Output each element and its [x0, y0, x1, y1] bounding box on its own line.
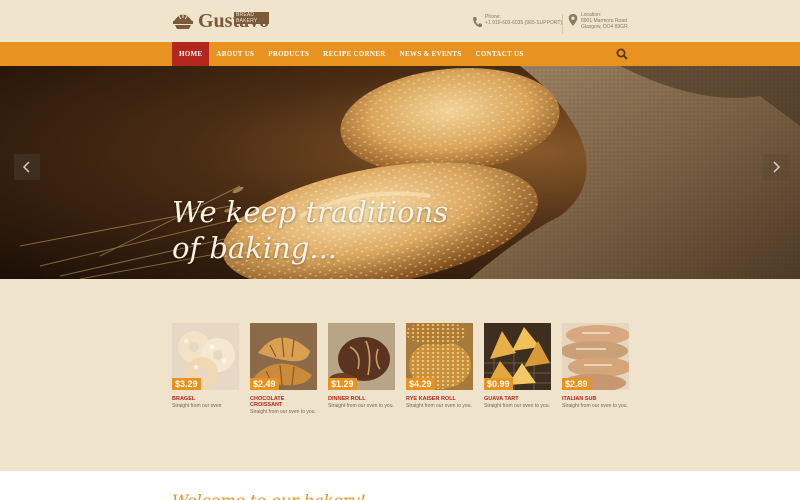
product-description: Straight from our oven	[172, 403, 222, 409]
product-card-italian-sub[interactable]: $2.89 ITALIAN SUB Straight from our oven…	[562, 323, 629, 416]
contact-location: Location: 8901 Marmora Road Glasgow, DO4…	[568, 12, 629, 30]
brand-tagline: BREAD BAKERY	[234, 12, 270, 24]
contact-phone: Phone: +1 919-603-6035 (965-SUPPORT)	[472, 14, 562, 28]
contact-divider	[562, 14, 563, 34]
nav-item-products[interactable]: PRODUCTS	[261, 42, 316, 66]
chevron-right-icon	[773, 161, 781, 173]
product-description: Straight from our oven to you.	[406, 403, 472, 409]
product-description: Straight from our oven to you.	[328, 403, 394, 409]
product-name[interactable]: ITALIAN SUB	[562, 396, 629, 402]
logo[interactable]: Gustavo BREAD BAKERY	[172, 8, 270, 32]
welcome-title: Welcome to our bakery!	[172, 491, 366, 500]
map-pin-icon	[568, 14, 578, 26]
hero-title: We keep traditions of baking...	[172, 194, 462, 266]
product-card-dinner-roll[interactable]: $1.29 DINNER ROLL Straight from our oven…	[328, 323, 395, 416]
hero-slider: We keep traditions of baking...	[0, 66, 800, 279]
product-description: Straight from our oven to you.	[484, 403, 550, 409]
welcome-section	[0, 471, 800, 500]
product-price: $3.29	[172, 378, 201, 390]
product-price: $2.89	[562, 378, 591, 390]
product-list: $3.29 BRAGEL Straight from our oven $2.4…	[172, 323, 629, 416]
product-image[interactable]: $2.89	[562, 323, 629, 390]
main-nav: HOME ABOUT US PRODUCTS RECIPE CORNER NEW…	[0, 42, 800, 66]
search-icon[interactable]	[616, 48, 628, 60]
product-price: $4.29	[406, 378, 435, 390]
product-name[interactable]: RYE KAISER ROLL	[406, 396, 473, 402]
product-name[interactable]: CHOCOLATE CROISSANT	[250, 396, 317, 408]
product-price: $1.29	[328, 378, 357, 390]
chevron-left-icon	[22, 161, 30, 173]
product-image[interactable]: $3.29	[172, 323, 239, 390]
product-image[interactable]: $0.99	[484, 323, 551, 390]
nav-menu: HOME ABOUT US PRODUCTS RECIPE CORNER NEW…	[172, 42, 531, 66]
product-price: $0.99	[484, 378, 513, 390]
product-description: Straight from our oven to you.	[562, 403, 628, 409]
nav-item-home[interactable]: HOME	[172, 42, 210, 66]
product-card-rye-kaiser-roll[interactable]: $4.29 RYE KAISER ROLL Straight from our …	[406, 323, 473, 416]
product-name[interactable]: BRAGEL	[172, 396, 239, 402]
product-image[interactable]: $4.29	[406, 323, 473, 390]
nav-item-news-events[interactable]: NEWS & EVENTS	[393, 42, 469, 66]
phone-value: +1 919-603-6035 (965-SUPPORT)	[485, 20, 563, 26]
nav-item-recipe-corner[interactable]: RECIPE CORNER	[316, 42, 392, 66]
slider-next-button[interactable]	[763, 154, 789, 180]
product-image[interactable]: $2.49	[250, 323, 317, 390]
product-price: $2.49	[250, 378, 279, 390]
product-card-bragel[interactable]: $3.29 BRAGEL Straight from our oven	[172, 323, 239, 416]
nav-item-contact-us[interactable]: CONTACT US	[468, 42, 530, 66]
product-image[interactable]: $1.29	[328, 323, 395, 390]
phone-icon	[473, 17, 482, 28]
product-card-guava-tart[interactable]: $0.99 GUAVA TART Straight from our oven …	[484, 323, 551, 416]
product-name[interactable]: DINNER ROLL	[328, 396, 395, 402]
nav-item-about-us[interactable]: ABOUT US	[209, 42, 261, 66]
slider-prev-button[interactable]	[14, 154, 40, 180]
product-card-chocolate-croissant[interactable]: $2.49 CHOCOLATE CROISSANT Straight from …	[250, 323, 317, 416]
site-header: Gustavo BREAD BAKERY Phone: +1 919-603-6…	[0, 0, 800, 42]
hero-title-line2: of baking...	[172, 231, 338, 265]
product-name[interactable]: GUAVA TART	[484, 396, 551, 402]
product-description: Straight from our oven to you.	[250, 409, 316, 415]
hero-title-line1: We keep traditions	[172, 195, 449, 229]
location-line2: Glasgow, DO4 89GR.	[581, 24, 630, 30]
bread-basket-icon	[173, 13, 193, 29]
